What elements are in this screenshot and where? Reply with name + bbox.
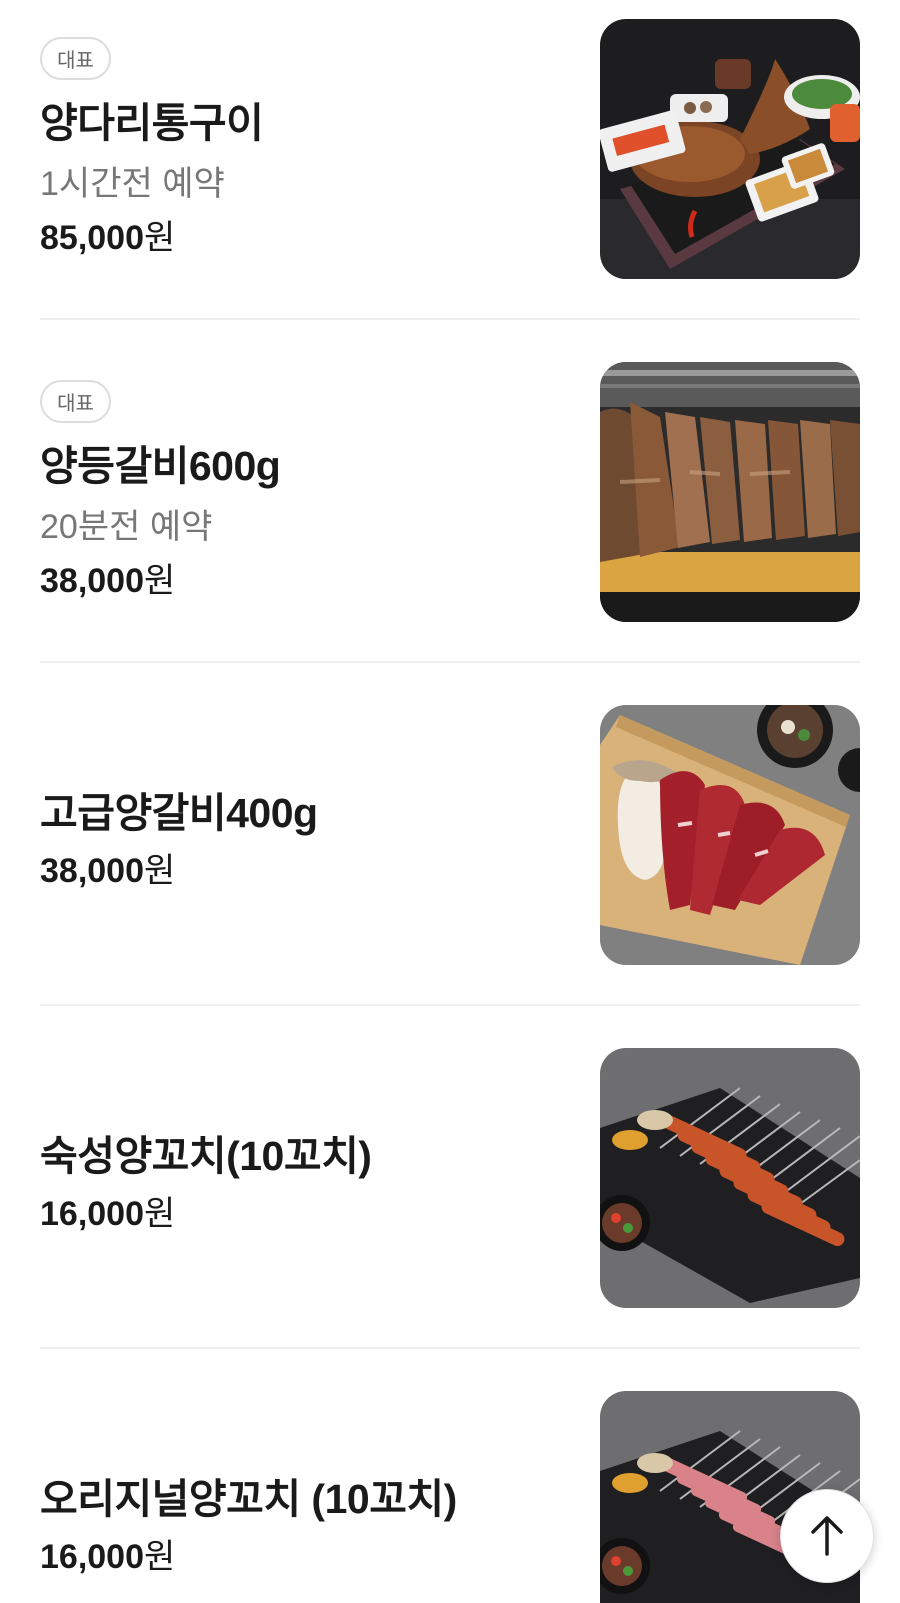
- menu-item[interactable]: 숙성양꼬치(10꼬치) 16,000원: [40, 1048, 860, 1310]
- menu-item-info: 오리지널양꼬치 (10꼬치) 16,000원: [40, 1391, 580, 1603]
- scroll-to-top-button[interactable]: [780, 1489, 874, 1583]
- menu-item-name: 양등갈비600g: [40, 443, 281, 489]
- divider: [40, 1347, 860, 1349]
- seasoned-lamb-skewers-photo[interactable]: [600, 1048, 860, 1308]
- divider: [40, 318, 860, 320]
- menu-item-name: 오리지널양꼬치 (10꼬치): [40, 1476, 457, 1522]
- signature-badge: 대표: [40, 37, 111, 80]
- price-amount: 85,000: [40, 219, 144, 257]
- menu-item-info: 대표 양등갈비600g 20분전 예약 38,000원: [40, 362, 580, 624]
- lamb-leg-roast-photo[interactable]: [600, 19, 860, 279]
- divider: [40, 1004, 860, 1006]
- divider: [40, 661, 860, 663]
- price-amount: 16,000: [40, 1538, 144, 1576]
- menu-item-info: 고급양갈비400g 38,000원: [40, 705, 580, 967]
- menu-item[interactable]: 대표 양다리통구이 1시간전 예약 85,000원: [40, 19, 860, 281]
- menu-item-price: 16,000원: [40, 1186, 175, 1235]
- reservation-note: 1시간전 예약: [40, 165, 225, 203]
- menu-item-price: 85,000원: [40, 210, 175, 259]
- menu-item-name: 양다리통구이: [40, 100, 264, 146]
- price-unit: 원: [144, 1195, 176, 1233]
- price-unit: 원: [144, 1538, 176, 1576]
- menu-item-price: 38,000원: [40, 843, 175, 892]
- price-unit: 원: [144, 562, 176, 600]
- menu-item[interactable]: 오리지널양꼬치 (10꼬치) 16,000원: [40, 1391, 860, 1603]
- menu-item[interactable]: 대표 양등갈비600g 20분전 예약 38,000원: [40, 362, 860, 624]
- menu-item-price: 38,000원: [40, 553, 175, 602]
- raw-lamb-ribs-photo[interactable]: [600, 705, 860, 965]
- reservation-note: 20분전 예약: [40, 508, 213, 546]
- price-unit: 원: [144, 219, 176, 257]
- menu-item-name: 숙성양꼬치(10꼬치): [40, 1133, 372, 1179]
- menu-item-price: 16,000원: [40, 1529, 175, 1578]
- price-amount: 16,000: [40, 1195, 144, 1233]
- price-unit: 원: [144, 852, 176, 890]
- menu-item[interactable]: 고급양갈비400g 38,000원: [40, 705, 860, 967]
- menu-item-info: 대표 양다리통구이 1시간전 예약 85,000원: [40, 19, 580, 281]
- price-amount: 38,000: [40, 562, 144, 600]
- menu-item-info: 숙성양꼬치(10꼬치) 16,000원: [40, 1048, 580, 1310]
- lamb-back-ribs-photo[interactable]: [600, 362, 860, 622]
- arrow-up-icon: [811, 1516, 843, 1556]
- signature-badge: 대표: [40, 380, 111, 423]
- menu-item-name: 고급양갈비400g: [40, 790, 318, 836]
- price-amount: 38,000: [40, 852, 144, 890]
